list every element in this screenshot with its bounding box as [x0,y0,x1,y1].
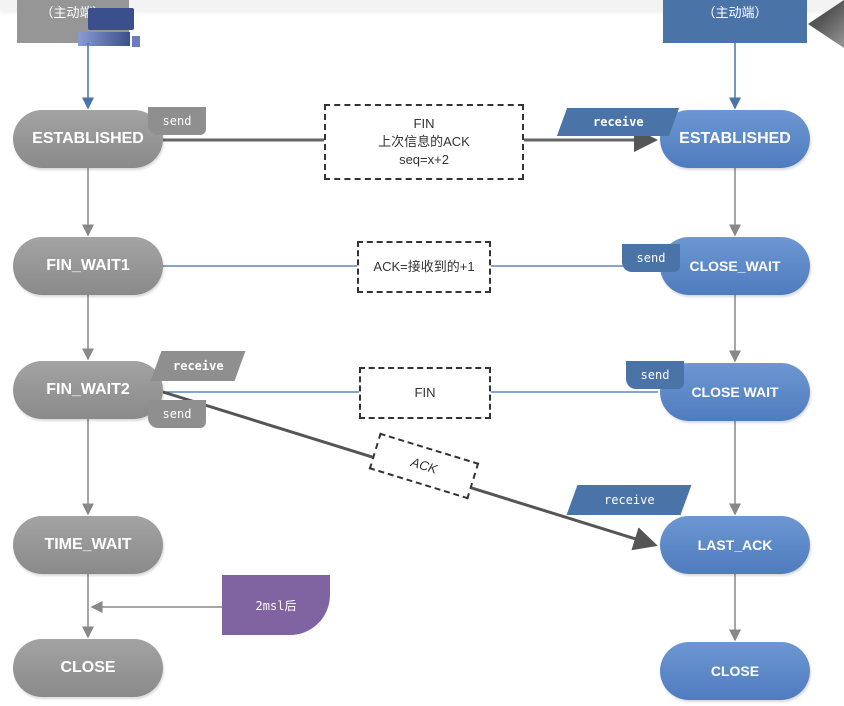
message-ack1-text: ACK=接收到的+1 [373,259,475,274]
state-fin-wait2: FIN_WAIT2 [13,361,163,419]
state-established-right: ESTABLISHED [660,110,810,168]
send-tag-close-wait1: send [622,244,680,272]
state-time-wait: TIME_WAIT [13,516,163,574]
receive-tag-last-ack: receive [566,485,692,515]
message-fin2: FIN [359,367,491,419]
message-fin1-line1: FIN [413,116,435,131]
state-established-left: ESTABLISHED [13,110,163,168]
message-fin2-text: FIN [414,385,436,400]
state-close-left: CLOSE [13,639,163,697]
send-tag-fin-wait2: send [148,400,206,428]
state-close-right: CLOSE [660,642,810,700]
send-tag-close-wait2: send [626,361,684,389]
state-close-wait-1: CLOSE_WAIT [660,237,810,295]
message-ack2-text: ACK [409,454,440,477]
message-fin1-line2: 上次信息的ACK [378,134,470,149]
message-ack1: ACK=接收到的+1 [357,241,491,293]
timeout-note: 2msl后 [222,575,330,635]
receive-tag-established: receive [556,108,680,136]
message-fin1-line3: seq=x+2 [399,152,449,167]
send-tag-established: send [148,107,206,135]
state-last-ack: LAST_ACK [660,516,810,574]
receive-tag-fin-wait2: receive [150,351,246,381]
state-fin-wait1: FIN_WAIT1 [13,237,163,295]
message-fin1: FIN 上次信息的ACK seq=x+2 [324,104,524,180]
